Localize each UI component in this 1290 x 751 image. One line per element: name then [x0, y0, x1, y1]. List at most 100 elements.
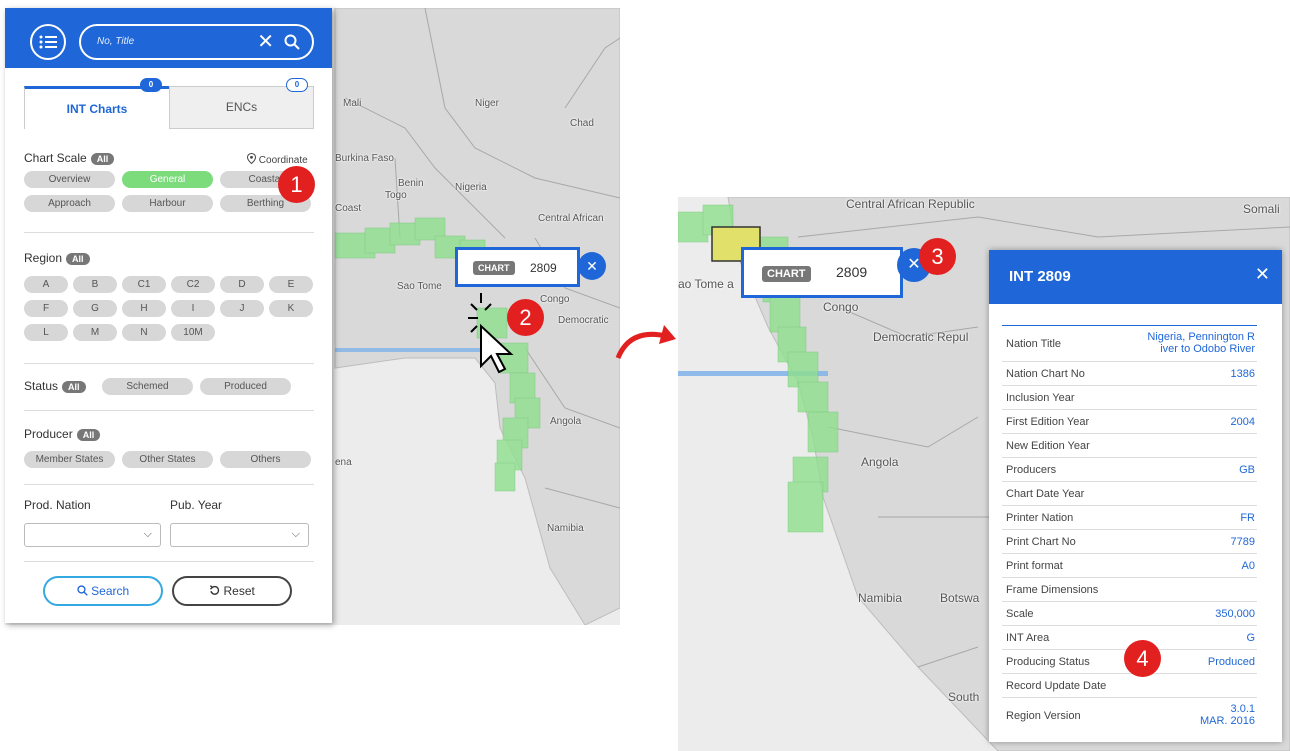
divider: [24, 410, 314, 411]
map-label: Togo: [385, 190, 407, 201]
info-row: Region Version 3.0.1 MAR. 2016: [1002, 698, 1257, 734]
section-label: Status: [24, 379, 59, 393]
info-value: Nigeria, Pennington R iver to Odobo Rive…: [1147, 331, 1255, 355]
info-header: INT 2809 ✕: [989, 250, 1282, 304]
producer-pill-others[interactable]: Others: [220, 451, 311, 468]
info-value: 350,000: [1215, 608, 1255, 620]
tab-int-charts[interactable]: INT Charts: [24, 86, 169, 129]
region-pill[interactable]: B: [73, 276, 117, 293]
region-pill[interactable]: M: [73, 324, 117, 341]
map-label: Chad: [570, 118, 594, 129]
map-label: Democratic Repul: [873, 330, 969, 344]
region-title: Region All: [24, 251, 90, 265]
info-table: Nation Title Nigeria, Pennington R iver …: [1002, 325, 1257, 734]
close-icon[interactable]: ✕: [257, 32, 274, 52]
info-key: Chart Date Year: [1006, 488, 1085, 500]
region-pill[interactable]: K: [269, 300, 313, 317]
region-pill[interactable]: J: [220, 300, 264, 317]
info-key: Inclusion Year: [1006, 392, 1075, 404]
info-row: Print format A0: [1002, 554, 1257, 578]
search-icon[interactable]: [284, 34, 300, 50]
search-input[interactable]: No, Title ✕: [79, 24, 314, 60]
section-label: Producer: [24, 427, 73, 441]
region-pill[interactable]: D: [220, 276, 264, 293]
info-row: Nation Title Nigeria, Pennington R iver …: [1002, 326, 1257, 362]
region-pill[interactable]: E: [269, 276, 313, 293]
info-value: A0: [1241, 560, 1255, 572]
all-badge[interactable]: All: [76, 429, 101, 441]
region-pill[interactable]: L: [24, 324, 68, 341]
map-label: South: [948, 690, 980, 704]
chevron-down-icon: ⌵: [143, 528, 152, 540]
scale-pill-approach[interactable]: Approach: [24, 195, 115, 212]
chart-number: 2809: [836, 264, 868, 280]
map-label: Botswa: [940, 591, 980, 605]
info-row: Inclusion Year: [1002, 386, 1257, 410]
reset-button[interactable]: Reset: [172, 576, 292, 606]
prod-nation-label: Prod. Nation: [24, 498, 91, 512]
info-key: INT Area: [1006, 632, 1050, 644]
info-value: 7789: [1230, 536, 1255, 548]
info-title: INT 2809: [1009, 268, 1071, 285]
chart-popup[interactable]: CHART 2809: [741, 247, 903, 298]
region-pill[interactable]: 10M: [171, 324, 215, 341]
info-key: First Edition Year: [1006, 416, 1090, 428]
tab-label: INT Charts: [66, 102, 128, 116]
info-row: Printer Nation FR: [1002, 506, 1257, 530]
coordinate-link[interactable]: Coordinate: [246, 152, 308, 166]
curved-arrow-icon: [615, 325, 676, 360]
location-pin-icon: [246, 152, 257, 165]
region-pill[interactable]: H: [122, 300, 166, 317]
producer-pill-member-states[interactable]: Member States: [24, 451, 115, 468]
divider: [24, 484, 314, 485]
close-icon[interactable]: ✕: [1255, 264, 1270, 285]
divider: [24, 363, 314, 364]
map-label: Congo: [823, 300, 859, 314]
info-value: G: [1246, 632, 1255, 644]
chart-popup[interactable]: CHART 2809: [455, 247, 580, 287]
region-pill[interactable]: C1: [122, 276, 166, 293]
info-key: Print format: [1006, 560, 1063, 572]
all-badge[interactable]: All: [66, 253, 90, 265]
region-pill[interactable]: F: [24, 300, 68, 317]
coordinate-label: Coordinate: [258, 155, 308, 166]
scale-pill-overview[interactable]: Overview: [24, 171, 115, 188]
info-row: New Edition Year: [1002, 434, 1257, 458]
status-pill-produced[interactable]: Produced: [200, 378, 291, 395]
menu-button[interactable]: [30, 24, 66, 60]
all-badge[interactable]: All: [62, 381, 86, 393]
map-label: Congo: [540, 294, 570, 305]
producer-pill-other-states[interactable]: Other States: [122, 451, 213, 468]
search-button-label: Search: [91, 584, 130, 598]
info-key: Producing Status: [1006, 656, 1090, 668]
map-label: Burkina Faso: [335, 153, 394, 164]
map-label: Somali: [1243, 202, 1280, 216]
search-button[interactable]: Search: [43, 576, 163, 606]
scale-pill-general[interactable]: General: [122, 171, 213, 188]
all-badge[interactable]: All: [90, 153, 115, 165]
scale-pill-harbour[interactable]: Harbour: [122, 195, 213, 212]
info-key: Region Version: [1006, 710, 1081, 722]
region-pill[interactable]: N: [122, 324, 166, 341]
step-marker-3: 3: [919, 238, 956, 275]
region-pill[interactable]: I: [171, 300, 215, 317]
info-value: 2004: [1230, 416, 1255, 428]
chart-number: 2809: [530, 261, 557, 275]
status-pill-schemed[interactable]: Schemed: [102, 378, 193, 395]
info-value: Produced: [1207, 656, 1255, 668]
popup-close-button[interactable]: ✕: [578, 252, 606, 280]
info-key: Record Update Date: [1006, 680, 1107, 692]
chart-tabs: INT Charts 0 ENCs 0: [24, 78, 314, 129]
region-pill[interactable]: C2: [171, 276, 215, 293]
info-row: Record Update Date: [1002, 674, 1257, 698]
pub-year-select[interactable]: ⌵: [170, 523, 309, 547]
map-label: ao Tome a: [678, 277, 734, 291]
map-label: Democratic: [558, 315, 609, 326]
reset-icon: [210, 585, 220, 595]
tab-encs[interactable]: ENCs: [169, 86, 314, 129]
info-key: Frame Dimensions: [1006, 584, 1099, 596]
divider: [24, 232, 314, 233]
prod-nation-select[interactable]: ⌵: [24, 523, 161, 547]
region-pill[interactable]: A: [24, 276, 68, 293]
region-pill[interactable]: G: [73, 300, 117, 317]
